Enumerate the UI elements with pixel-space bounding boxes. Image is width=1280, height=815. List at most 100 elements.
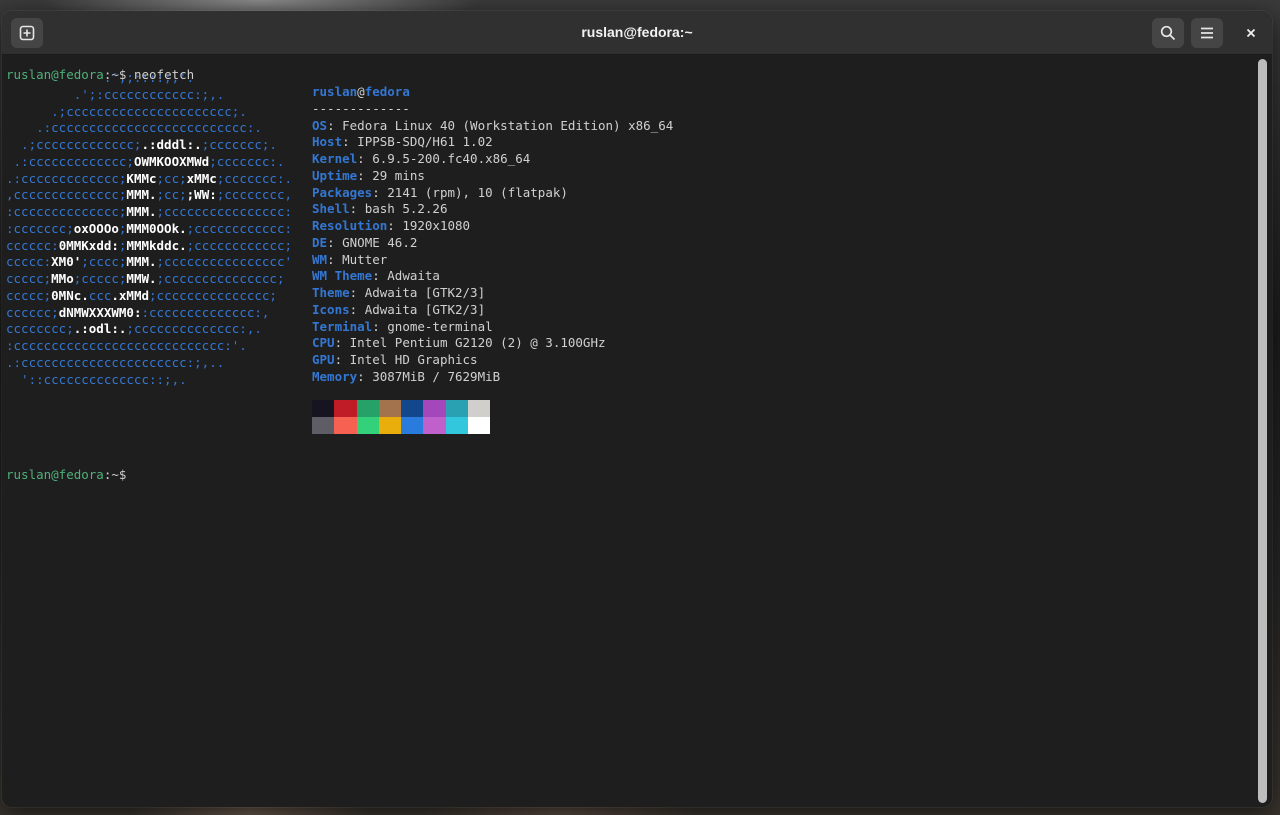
info-row: Host: IPPSB-SDQ/H61 1.02 [312, 134, 673, 151]
logo-segment: .;cccccccccccccccccccccc;. [6, 103, 247, 119]
current-prompt-line[interactable]: ruslan@fedora:~$ [6, 467, 126, 484]
logo-line: .:ccccccccccccc;OWMKOOXMWd;ccccccc:. [6, 154, 292, 171]
logo-segment: ;cccccccccccc: [186, 220, 292, 236]
info-key-suffix: : [327, 251, 343, 267]
logo-segment: .:ccccccccccccc; [6, 170, 127, 186]
logo-segment: .xMMd [111, 287, 150, 303]
search-button[interactable] [1152, 18, 1184, 48]
logo-segment: MMM. [126, 204, 157, 219]
logo-line: .:cccccccccccccccccccccc:;,.. [6, 355, 292, 372]
info-key: Icons [312, 301, 350, 317]
palette-swatch [401, 417, 424, 434]
logo-segment: ,cccccccccccccc; [6, 187, 127, 203]
terminal-window[interactable]: ruslan@fedora:~ ruslan@fedora:~$ neofetc… [2, 11, 1272, 807]
close-button[interactable] [1235, 18, 1267, 48]
info-value: Fedora Linux 40 (Workstation Edition) x8… [342, 117, 674, 133]
logo-segment: KMMc [126, 170, 157, 186]
info-row: Packages: 2141 (rpm), 10 (flatpak) [312, 185, 673, 202]
info-key-suffix: : [334, 335, 350, 351]
info-key-suffix: : [327, 234, 343, 250]
info-value: IPPSB-SDQ/H61 1.02 [357, 134, 493, 150]
info-value: Adwaita [GTK2/3] [364, 285, 486, 300]
info-key-suffix: : [372, 268, 388, 284]
logo-segment: ;cccccccccccccc:,. [126, 321, 262, 337]
logo-segment: OWMKOOXMWd [133, 153, 210, 169]
info-key: Packages [312, 184, 373, 200]
palette-swatch [468, 400, 491, 417]
logo-line: ccccc;MMo;ccccc;MMW.;ccccccccccccccc; [6, 271, 292, 288]
logo-segment: :ccccccc; [6, 220, 74, 236]
scrollbar[interactable] [1258, 59, 1267, 803]
window-title: ruslan@fedora:~ [581, 24, 693, 40]
logo-segment: '::cccccccccccccc::;,. [6, 371, 187, 387]
logo-segment: xMMc [186, 170, 217, 186]
logo-segment: .:cccccccccccccccccccccccccc:. [6, 120, 262, 136]
info-key-suffix: : [327, 117, 343, 133]
logo-segment: .:odl:. [73, 321, 127, 337]
palette-swatch [356, 400, 379, 417]
info-key-suffix: : [342, 134, 358, 150]
logo-segment: .:cccccccccccccccccccccc:;,.. [6, 354, 225, 370]
logo-segment: ;ccccccc:. [216, 170, 293, 186]
info-row: Theme: Adwaita [GTK2/3] [312, 285, 673, 302]
headerbar[interactable]: ruslan@fedora:~ [2, 11, 1272, 55]
info-user: ruslan [312, 84, 358, 99]
logo-line: cccccc;dNMWXXXWM0::cccccccccccccc:, [6, 305, 292, 322]
logo-segment: ;ccccccc:. [209, 153, 285, 169]
logo-segment: XM0' [51, 254, 82, 270]
info-key-suffix: : [357, 368, 373, 384]
logo-segment: MMM0OOk. [126, 220, 187, 236]
logo-segment: 0MMKxdd: [58, 237, 119, 253]
logo-segment: ccc [88, 287, 112, 303]
logo-segment: :cccccccccccccccccccccccccccc:'. [6, 338, 247, 353]
search-icon [1160, 25, 1176, 41]
logo-line: :ccccccc;oxOOOo;MMM0OOk.;cccccccccccc: [6, 221, 292, 238]
logo-segment: ;cccccccc, [216, 187, 293, 203]
info-host: fedora [364, 84, 410, 99]
logo-segment: cccccc: [6, 237, 59, 253]
info-key: Shell [312, 201, 350, 217]
info-value: 1920x1080 [402, 218, 471, 233]
info-key: Theme [312, 285, 350, 300]
logo-segment: ;ccccccccccccccc; [156, 271, 285, 286]
info-value: Adwaita [GTK2/3] [364, 301, 486, 317]
info-key-suffix: : [372, 318, 388, 334]
info-value: 6.9.5-200.fc40.x86_64 [372, 151, 531, 166]
logo-segment: .;ccccccccccccc; [6, 137, 142, 152]
logo-segment: MMMkddc. [126, 237, 187, 253]
palette-swatch [334, 400, 357, 417]
logo-segment: MMM. [126, 187, 157, 203]
logo-segment: ;cccc; [81, 254, 127, 270]
logo-segment: dNMWXXXWM0: [58, 304, 142, 320]
info-value: Adwaita [387, 268, 440, 284]
info-key-suffix: : [387, 218, 403, 233]
logo-segment: cccccc; [6, 304, 59, 320]
info-key-suffix: : [334, 352, 350, 367]
logo-segment: ;cccccccccccc; [186, 237, 293, 253]
logo-line: ,cccccccccccccc;MMM.;cc;;WW:;cccccccc, [6, 187, 292, 204]
info-key-suffix: : [349, 285, 365, 300]
info-value: GNOME 46.2 [342, 234, 418, 250]
logo-line: .:ccccccccccccc;KMMc;cc;xMMc;ccccccc:. [6, 171, 292, 188]
info-value: Intel HD Graphics [349, 352, 478, 367]
palette-swatch [356, 417, 379, 434]
palette-swatch [445, 400, 469, 417]
logo-segment: cccccccc; [6, 321, 74, 337]
info-key: WM Theme [312, 268, 373, 284]
info-row: Uptime: 29 mins [312, 168, 673, 185]
terminal-output[interactable]: ruslan@fedora:~$ neofetch .',;::::;,'. .… [6, 56, 1254, 804]
palette-bright-row [312, 417, 491, 434]
palette-swatch [468, 417, 491, 434]
main-menu-button[interactable] [1191, 18, 1223, 48]
info-key: Uptime [312, 167, 358, 183]
system-info: ruslan@fedora ------------- OS: Fedora L… [312, 84, 673, 386]
logo-segment: :cccccccccccccc:, [141, 304, 270, 320]
logo-segment: ccccc; [6, 287, 52, 303]
info-value: 3087MiB / 7629MiB [372, 368, 501, 384]
info-row: GPU: Intel HD Graphics [312, 352, 673, 369]
logo-line: .;ccccccccccccc;.:dddl:.;ccccccc;. [6, 137, 292, 154]
close-icon [1246, 28, 1256, 38]
info-value: Intel Pentium G2120 (2) @ 3.100GHz [349, 335, 606, 351]
info-key-suffix: : [372, 184, 388, 200]
info-key-suffix: : [349, 201, 365, 217]
